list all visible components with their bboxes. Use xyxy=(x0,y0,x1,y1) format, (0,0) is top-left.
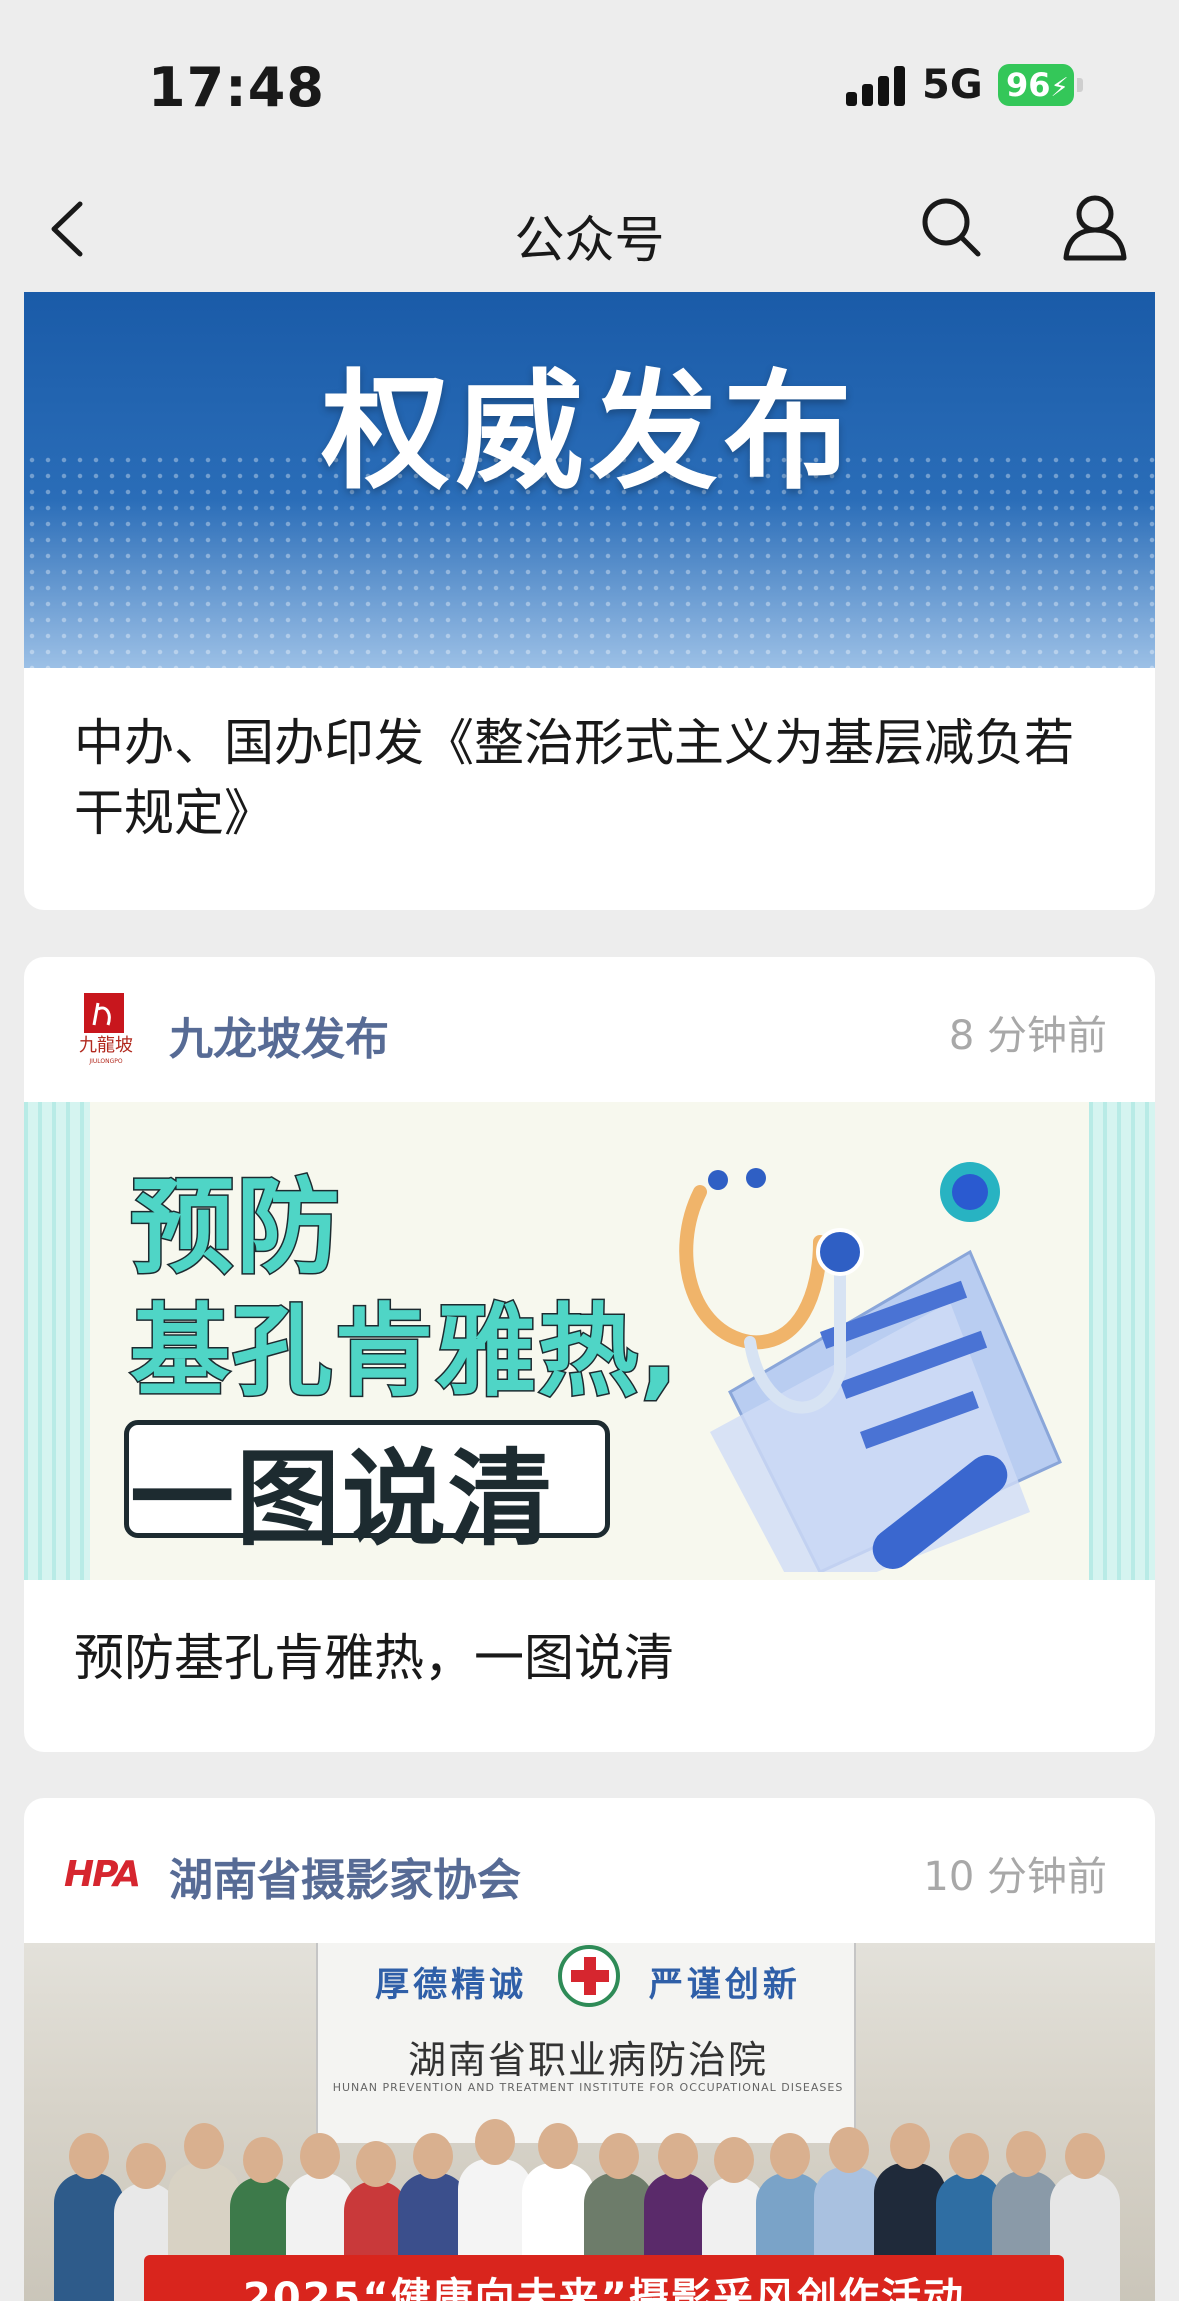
stethoscope-illustration xyxy=(679,1162,1062,1572)
image-frame-right xyxy=(1089,1102,1155,1580)
article-card[interactable]: 九龍坡 JIULONGPO 九龙坡发布 8 分钟前 预防 基孔肯雅热, 一图说清… xyxy=(24,957,1155,1752)
account-logo[interactable]: 九龍坡 JIULONGPO xyxy=(68,991,144,1071)
card-header: 九龍坡 JIULONGPO 九龙坡发布 8 分钟前 xyxy=(24,957,1155,1102)
image-frame-left xyxy=(24,1102,90,1580)
account-name[interactable]: 九龙坡发布 xyxy=(169,1003,389,1067)
network-label: 5G xyxy=(922,62,983,108)
poster-text-line2: 基孔肯雅热, xyxy=(129,1292,680,1412)
hospital-cross-icon xyxy=(558,1945,620,2007)
profile-icon[interactable] xyxy=(1060,192,1130,262)
signal-icon xyxy=(846,66,906,106)
svg-text:JIULONGPO: JIULONGPO xyxy=(88,1058,123,1065)
post-time: 10 分钟前 xyxy=(923,1854,1107,1900)
account-name[interactable]: 湖南省摄影家协会 xyxy=(169,1844,521,1908)
article-cover-image: 预防 基孔肯雅热, 一图说清 xyxy=(24,1102,1155,1580)
account-logo[interactable]: HPA xyxy=(64,1854,141,1895)
battery-icon: 96⚡ xyxy=(998,64,1074,106)
search-icon[interactable] xyxy=(918,194,984,260)
event-banner: 2025“健康向未来”摄影采风创作活动 xyxy=(144,2255,1064,2301)
battery-level: 96 xyxy=(1006,66,1051,104)
status-time: 17:48 xyxy=(148,56,325,119)
svg-text:九龍坡: 九龍坡 xyxy=(79,1035,133,1056)
article-headline[interactable]: 预防基孔肯雅热，一图说清 xyxy=(74,1623,1114,1693)
poster-text-line3: 一图说清 xyxy=(130,1438,555,1560)
sign-main: 湖南省职业病防治院 xyxy=(407,2038,768,2082)
sign-slogan-right: 严谨创新 xyxy=(648,1965,801,2005)
article-card[interactable]: HPA 湖南省摄影家协会 10 分钟前 厚德精诚 严谨创新 湖南省职业病防治院 … xyxy=(24,1798,1155,2301)
banner-title: 权威发布 xyxy=(321,358,858,507)
battery-tip xyxy=(1077,78,1083,92)
nav-bar: 公众号 xyxy=(0,170,1179,292)
card-header: HPA 湖南省摄影家协会 10 分钟前 xyxy=(24,1798,1155,1943)
article-headline[interactable]: 中办、国办印发《整治形式主义为基层减负若干规定》 xyxy=(74,708,1114,848)
event-banner-text: 2025“健康向未来”摄影采风创作活动 xyxy=(243,2275,965,2301)
post-time: 8 分钟前 xyxy=(948,1013,1107,1059)
status-bar: 17:48 5G 96⚡ xyxy=(0,0,1179,170)
article-cover-image: 权威发布 xyxy=(24,292,1155,668)
article-cover-image: 厚德精诚 严谨创新 湖南省职业病防治院 HUNAN PREVENTION AND… xyxy=(24,1943,1155,2301)
article-card[interactable]: 权威发布 中办、国办印发《整治形式主义为基层减负若干规定》 xyxy=(24,292,1155,910)
sign-slogan-left: 厚德精诚 xyxy=(375,1965,528,2005)
page-title: 公众号 xyxy=(514,211,665,269)
